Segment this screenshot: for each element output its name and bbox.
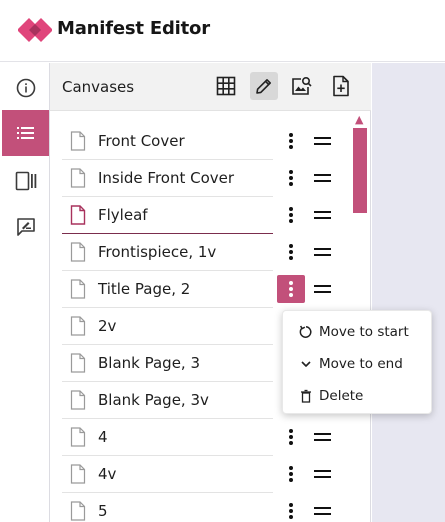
app-header: Manifest Editor [0, 0, 445, 62]
drag-handle-icon[interactable] [312, 244, 334, 260]
canvas-label: 2v [98, 317, 117, 335]
more-options-button[interactable] [277, 127, 305, 155]
logo-icon [17, 17, 53, 43]
document-icon [70, 316, 86, 336]
image-search-icon [292, 76, 312, 95]
rail-annotation-button[interactable] [2, 204, 49, 250]
canvas-label: 4 [98, 428, 108, 446]
document-icon [70, 464, 86, 484]
drag-handle-icon[interactable] [312, 429, 334, 445]
rail-canvas-strip-button[interactable] [2, 158, 49, 204]
rotate-icon [299, 325, 312, 338]
annotation-icon [16, 218, 35, 236]
canvas-label: Title Page, 2 [98, 280, 191, 298]
panel-header: Canvases [50, 63, 371, 111]
more-options-button[interactable] [277, 201, 305, 229]
chevron-down-icon [301, 361, 311, 367]
menu-item-label: Move to start [319, 324, 409, 340]
drag-handle-icon[interactable] [312, 503, 334, 519]
more-options-button[interactable] [277, 460, 305, 488]
canvas-label: Front Cover [98, 132, 185, 150]
canvas-label: Blank Page, 3 [98, 354, 201, 372]
move-to-end-menu-item[interactable]: Move to end [283, 349, 433, 379]
more-options-button[interactable] [277, 238, 305, 266]
canvas-row[interactable]: 5 [62, 493, 342, 522]
workspace-background [372, 63, 445, 522]
more-vertical-icon [289, 133, 293, 149]
document-icon [70, 390, 86, 410]
scroll-up-icon[interactable]: ▲ [355, 113, 363, 126]
add-document-icon [333, 75, 349, 97]
more-vertical-icon [289, 244, 293, 260]
delete-menu-item[interactable]: Delete [283, 381, 433, 411]
more-options-button[interactable] [277, 423, 305, 451]
canvases-panel: Canvases Front Cover Inside Front Cover … [50, 63, 371, 522]
more-vertical-icon [289, 429, 293, 445]
more-options-button[interactable] [277, 497, 305, 522]
canvas-label: Blank Page, 3v [98, 391, 209, 409]
canvas-label: Frontispiece, 1v [98, 243, 217, 261]
more-vertical-icon [289, 207, 293, 223]
more-vertical-icon [289, 281, 293, 297]
trash-icon [301, 389, 311, 403]
scrollbar-thumb[interactable] [353, 128, 367, 213]
drag-handle-icon[interactable] [312, 466, 334, 482]
canvas-row[interactable]: Inside Front Cover [62, 160, 342, 197]
grid-view-button[interactable] [212, 72, 240, 100]
document-icon [70, 279, 86, 299]
canvas-label: 4v [98, 465, 117, 483]
add-document-button[interactable] [327, 72, 355, 100]
drag-handle-icon[interactable] [312, 133, 334, 149]
info-icon [16, 78, 35, 98]
canvas-label: 5 [98, 502, 108, 520]
drag-handle-icon[interactable] [312, 170, 334, 186]
more-vertical-icon [289, 503, 293, 519]
more-vertical-icon [289, 170, 293, 186]
canvas-row[interactable]: 4 [62, 419, 342, 456]
document-icon [70, 353, 86, 373]
canvas-row[interactable]: Title Page, 2 [62, 271, 342, 308]
edit-icon [256, 79, 271, 94]
edit-button[interactable] [250, 72, 278, 100]
canvas-strip-icon [15, 171, 36, 191]
more-options-button[interactable] [277, 164, 305, 192]
panel-title: Canvases [62, 78, 135, 96]
canvas-row-selected[interactable]: Flyleaf [62, 197, 342, 234]
menu-item-label: Delete [319, 388, 364, 404]
canvas-label: Flyleaf [98, 206, 148, 224]
image-search-button[interactable] [288, 72, 316, 100]
more-vertical-icon [289, 466, 293, 482]
document-icon [70, 427, 86, 447]
rail-list-button[interactable] [2, 110, 49, 156]
left-rail [0, 63, 50, 522]
menu-item-label: Move to end [319, 356, 403, 372]
canvas-row[interactable]: Frontispiece, 1v [62, 234, 342, 271]
move-to-start-menu-item[interactable]: Move to start [283, 317, 433, 347]
grid-view-icon [216, 76, 236, 96]
canvas-row[interactable]: 4v [62, 456, 342, 493]
more-options-button-active[interactable] [277, 275, 305, 303]
drag-handle-icon[interactable] [312, 281, 334, 297]
list-icon [16, 127, 34, 139]
drag-handle-icon[interactable] [312, 207, 334, 223]
app-title: Manifest Editor [57, 18, 210, 39]
canvas-label: Inside Front Cover [98, 169, 235, 187]
context-menu: Move to start Move to end Delete [282, 310, 432, 414]
document-icon [70, 242, 86, 262]
document-icon [70, 168, 86, 188]
document-icon [70, 205, 86, 225]
canvas-row[interactable]: Front Cover [62, 123, 342, 160]
document-icon [70, 131, 86, 151]
document-icon [70, 501, 86, 521]
rail-info-button[interactable] [2, 65, 49, 111]
